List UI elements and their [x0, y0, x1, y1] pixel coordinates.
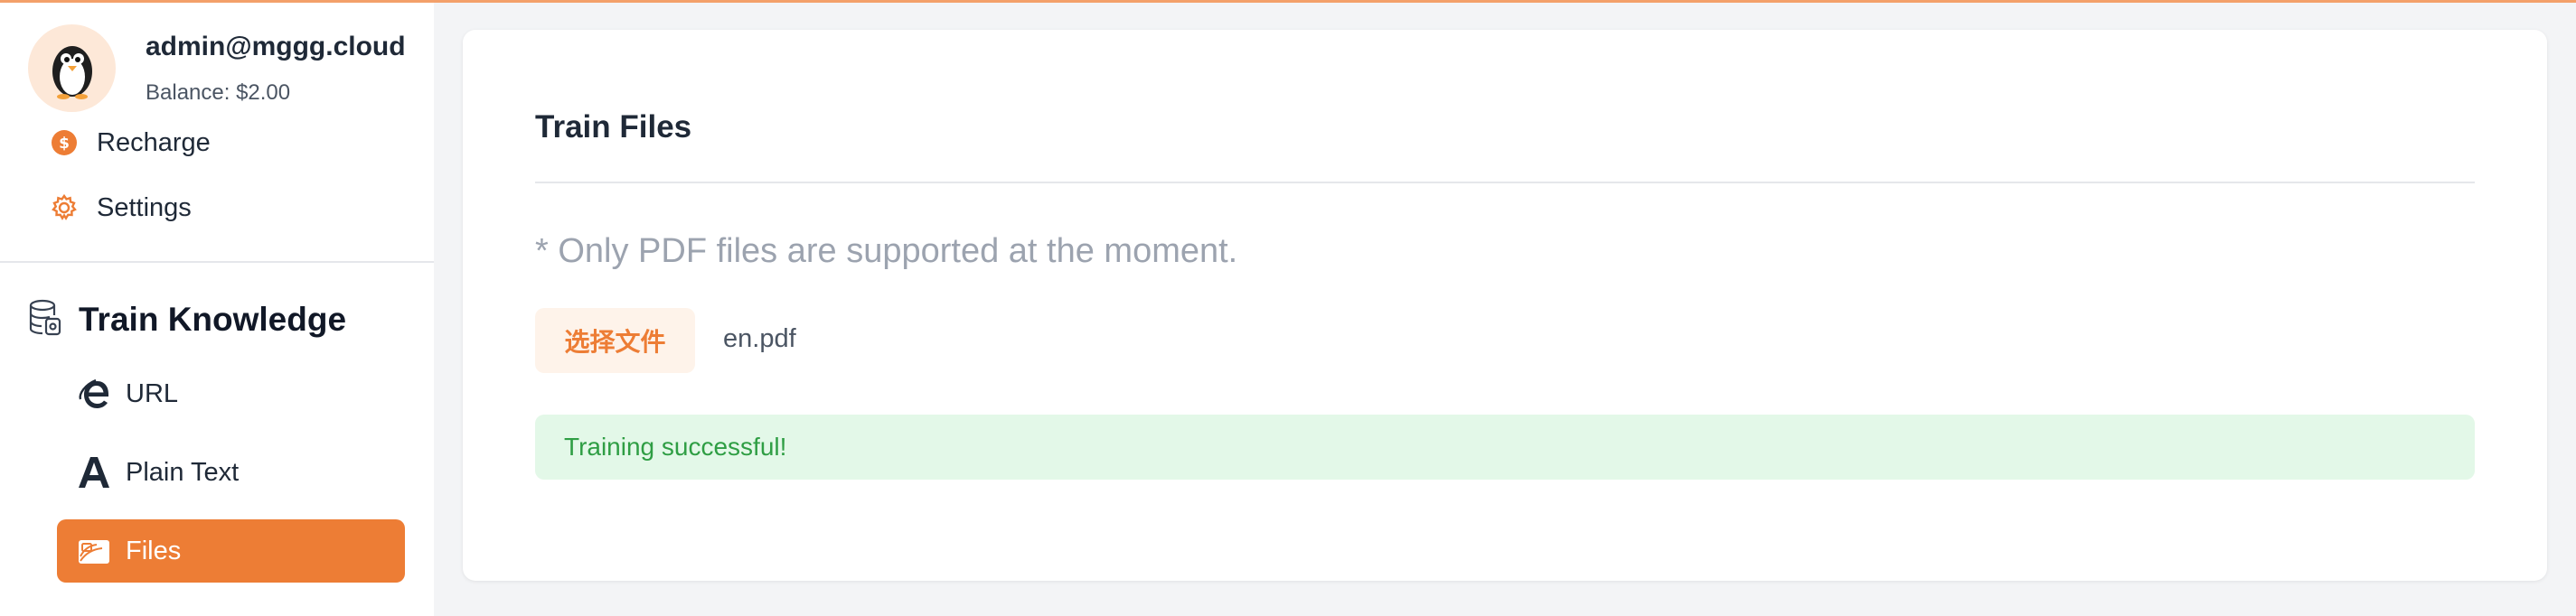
nav-item-files[interactable]: Files	[57, 519, 405, 583]
train-files-card: Train Files * Only PDF files are support…	[463, 30, 2547, 581]
svg-text:$: $	[59, 135, 70, 153]
menu-item-label: Settings	[97, 192, 192, 222]
menu-item-recharge[interactable]: $ Recharge	[50, 120, 411, 165]
section-train-knowledge: Train Knowledge	[28, 295, 346, 344]
sidebar: admin@mggg.cloud Balance: $2.00 $ Rechar…	[0, 3, 434, 616]
section-title: Train Knowledge	[79, 301, 347, 338]
nav-item-label: Files	[126, 536, 182, 565]
title-divider	[535, 182, 2475, 183]
menu-item-settings[interactable]: Settings	[50, 185, 411, 230]
menu-item-label: Recharge	[97, 127, 211, 157]
files-icon	[77, 534, 111, 568]
nav-item-label: URL	[126, 378, 179, 408]
page-title: Train Files	[535, 109, 692, 145]
gear-icon	[50, 193, 79, 222]
user-profile[interactable]: admin@mggg.cloud Balance: $2.00	[28, 24, 426, 115]
sidebar-divider	[0, 261, 434, 263]
success-alert: Training successful!	[535, 415, 2475, 480]
letter-a-icon	[77, 455, 111, 490]
file-type-note: * Only PDF files are supported at the mo…	[535, 232, 1238, 270]
nav-item-plain-text[interactable]: Plain Text	[57, 441, 405, 504]
user-email: admin@mggg.cloud	[146, 32, 406, 61]
status-message: Training successful!	[564, 433, 787, 461]
internet-explorer-icon	[77, 377, 111, 411]
nav-item-url[interactable]: URL	[57, 362, 405, 425]
user-balance: Balance: $2.00	[146, 80, 291, 105]
selected-file-name: en.pdf	[723, 324, 796, 353]
penguin-avatar-icon[interactable]	[28, 24, 116, 112]
dollar-coin-icon: $	[50, 128, 79, 157]
nav-item-label: Plain Text	[126, 457, 240, 487]
database-icon	[28, 299, 62, 341]
choose-file-button[interactable]: 选择文件	[535, 308, 695, 373]
